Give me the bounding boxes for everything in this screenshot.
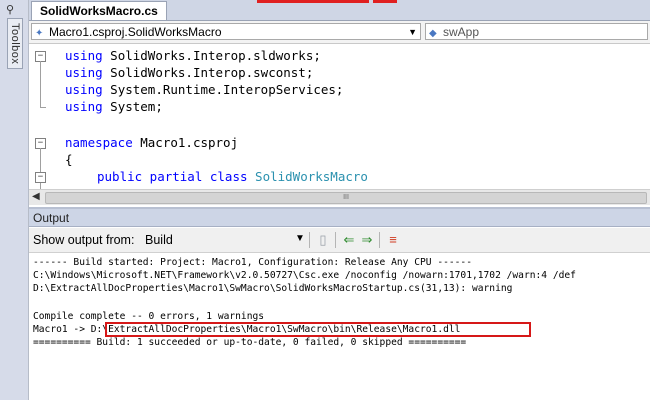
toolbox-strip[interactable]: ⚲ Toolbox (0, 0, 29, 400)
field-icon: ◆ (429, 28, 437, 39)
output-source-select[interactable]: Build (145, 233, 173, 247)
output-line: ========== Build: 1 succeeded or up-to-d… (33, 337, 467, 348)
output-title[interactable]: Output (29, 209, 650, 227)
toolbar-separator (309, 232, 310, 248)
scrollbar-thumb[interactable]: III (45, 192, 647, 204)
keyword: using (65, 99, 103, 114)
keyword: using (65, 82, 103, 97)
go-to-source-icon[interactable]: ▯ (315, 232, 331, 248)
toolbox-label[interactable]: Toolbox (7, 18, 23, 70)
code-text: System; (102, 99, 163, 114)
horizontal-scrollbar[interactable]: ◀ III (29, 189, 650, 205)
chevron-down-icon[interactable]: ▼ (408, 24, 417, 41)
chevron-down-icon[interactable]: ▼ (295, 233, 305, 244)
namespace-name: Macro1.csproj (132, 135, 239, 150)
find-previous-message-icon[interactable]: ⇐ (341, 232, 357, 248)
highlight-box (105, 322, 531, 337)
clear-all-icon[interactable]: ≡ (385, 232, 401, 248)
keyword: public partial class (97, 169, 248, 184)
toolbar-separator (335, 232, 336, 248)
show-output-label: Show output from: (33, 233, 135, 247)
collapse-icon[interactable]: − (35, 172, 46, 183)
output-line: C:\Windows\Microsoft.NET\Framework\v2.0.… (33, 270, 576, 281)
class-icon: ✦ (35, 28, 44, 39)
class-combo[interactable]: ✦ Macro1.csproj.SolidWorksMacro ▼ (31, 23, 421, 40)
class-name: SolidWorksMacro (255, 169, 368, 184)
code-text: SolidWorks.Interop.swconst; (102, 65, 314, 80)
code-editor[interactable]: − using SolidWorks.Interop.sldworks; usi… (29, 44, 650, 189)
red-annotation-mark (373, 0, 397, 3)
code-line: using System; (65, 98, 163, 115)
red-annotation-mark (257, 0, 369, 3)
scrollbar-grip: III (343, 194, 349, 201)
fold-guide (40, 61, 41, 107)
code-line: namespace Macro1.csproj (65, 134, 238, 151)
tab-solidworksmacro-cs[interactable]: SolidWorksMacro.cs (31, 1, 167, 20)
code-line: using SolidWorks.Interop.swconst; (65, 64, 313, 81)
code-line: { (65, 151, 73, 168)
output-line: ------ Build started: Project: Macro1, C… (33, 257, 472, 268)
code-line: using System.Runtime.InteropServices; (65, 81, 343, 98)
output-toolbar: Show output from: Build ▼ ▯ ⇐ ⇒ ≡ (29, 228, 650, 253)
code-line: using SolidWorks.Interop.sldworks; (65, 47, 321, 64)
scroll-left-icon[interactable]: ◀ (32, 191, 40, 202)
code-text: SolidWorks.Interop.sldworks; (102, 48, 321, 63)
code-text: System.Runtime.InteropServices; (102, 82, 344, 97)
navigation-bar: ✦ Macro1.csproj.SolidWorksMacro ▼ ◆ swApp (29, 21, 650, 44)
open-brace: { (65, 152, 73, 167)
document-tab-strip: SolidWorksMacro.cs (29, 0, 650, 21)
member-combo[interactable]: ◆ swApp (425, 23, 648, 40)
code-line: public partial class SolidWorksMacro (97, 168, 368, 185)
member-combo-value: swApp (443, 25, 480, 39)
keyword: namespace (65, 135, 133, 150)
fold-end (40, 107, 46, 108)
output-panel: Output Show output from: Build ▼ ▯ ⇐ ⇒ ≡… (29, 207, 650, 402)
keyword: using (65, 48, 103, 63)
find-next-message-icon[interactable]: ⇒ (359, 232, 375, 248)
output-line: D:\ExtractAllDocProperties\Macro1\SwMacr… (33, 283, 513, 294)
keyword: using (65, 65, 103, 80)
pin-icon[interactable]: ⚲ (6, 3, 20, 16)
toolbar-separator (379, 232, 380, 248)
class-combo-value: Macro1.csproj.SolidWorksMacro (49, 25, 222, 39)
